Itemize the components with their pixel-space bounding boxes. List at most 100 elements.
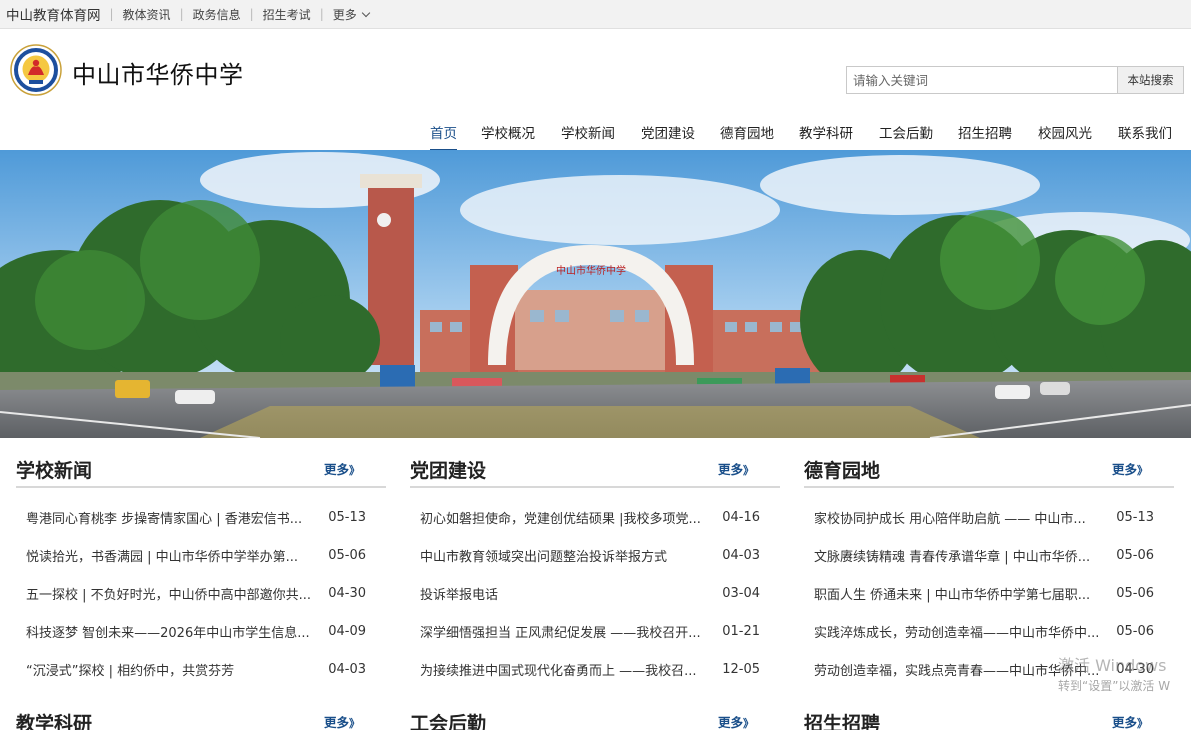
- topbar-more-dropdown[interactable]: 更多: [332, 6, 370, 23]
- news-title[interactable]: 文脉赓续铸精魂 青春传承谱华章 | 中山市华侨...: [814, 546, 1090, 565]
- news-date: 05-06: [1116, 623, 1154, 639]
- top-bar: 中山教育体育网 | 教体资讯 | 政务信息 | 招生考试 | 更多: [0, 0, 1191, 29]
- news-date: 05-06: [328, 547, 366, 563]
- search-input[interactable]: [847, 67, 1117, 93]
- news-item[interactable]: 家校协同护成长 用心陪伴助启航 —— 中山市... 05-13: [804, 498, 1174, 536]
- section-header: 学校新闻 更多: [16, 450, 386, 488]
- news-item[interactable]: “沉浸式”探校 | 相约侨中，共赏芬芳 04-03: [16, 650, 386, 688]
- news-section: 学校新闻 更多粤港同心育桃李 步操寄情家国心 | 香港宏信书... 05-13 悦读拾…: [16, 450, 386, 688]
- news-title[interactable]: 为接续推进中国式现代化奋勇而上 ——我校召...: [420, 660, 697, 679]
- news-title[interactable]: 悦读拾光，书香满园 | 中山市华侨中学举办第...: [26, 546, 298, 565]
- news-date: 03-04: [722, 585, 760, 601]
- section-more-link[interactable]: 更多: [718, 459, 754, 478]
- news-title[interactable]: 投诉举报电话: [420, 584, 498, 603]
- news-date: 04-09: [328, 623, 366, 639]
- section-title: 党团建设: [410, 460, 487, 482]
- topbar-link-exam[interactable]: 招生考试: [263, 6, 311, 23]
- school-logo[interactable]: [10, 44, 62, 96]
- divider: |: [109, 7, 114, 21]
- section-more-link[interactable]: 更多: [718, 712, 754, 730]
- chevron-down-icon: [361, 8, 370, 17]
- main-nav: 首页 学校概况 学校新闻 党团建设 德育园地 教学科研 工会后勤 招生招聘 校园风光 联系我们: [0, 120, 1191, 152]
- section-more-link[interactable]: 更多: [324, 459, 360, 478]
- news-section: 党团建设 更多初心如磐担使命，党建创优结硕果 |我校多项党... 04-16 中山市教…: [410, 450, 780, 688]
- news-title[interactable]: “沉浸式”探校 | 相约侨中，共赏芬芳: [26, 660, 234, 679]
- news-title[interactable]: 中山市教育领域突出问题整治投诉举报方式: [420, 546, 667, 565]
- section-title: 德育园地: [804, 460, 881, 482]
- news-date: 05-13: [1116, 509, 1154, 525]
- news-item[interactable]: 为接续推进中国式现代化奋勇而上 ——我校召... 12-05: [410, 650, 780, 688]
- news-section: 招生招聘 更多: [804, 703, 1174, 730]
- news-date: 04-16: [722, 509, 760, 525]
- nav-item[interactable]: 招生招聘: [958, 120, 1012, 152]
- news-item[interactable]: 粤港同心育桃李 步操寄情家国心 | 香港宏信书... 05-13: [16, 498, 386, 536]
- nav-item[interactable]: 德育园地: [720, 120, 774, 152]
- news-title[interactable]: 粤港同心育桃李 步操寄情家国心 | 香港宏信书...: [26, 508, 302, 527]
- news-list: 初心如磐担使命，党建创优结硕果 |我校多项党... 04-16 中山市教育领域突出问…: [410, 498, 780, 688]
- news-date: 01-21: [722, 623, 760, 639]
- topbar-more-label: 更多: [332, 7, 357, 22]
- news-item[interactable]: 初心如磐担使命，党建创优结硕果 |我校多项党... 04-16: [410, 498, 780, 536]
- news-title[interactable]: 深学细悟强担当 正风肃纪促发展 ——我校召开...: [420, 622, 701, 641]
- news-title[interactable]: 家校协同护成长 用心陪伴助启航 —— 中山市...: [814, 508, 1086, 527]
- news-item[interactable]: 职面人生 侨通未来 | 中山市华侨中学第七届职... 05-06: [804, 574, 1174, 612]
- divider: |: [249, 7, 254, 21]
- news-section: 教学科研 更多: [16, 703, 386, 730]
- topbar-link-gov[interactable]: 政务信息: [193, 6, 241, 23]
- news-date: 05-13: [328, 509, 366, 525]
- news-date: 04-03: [328, 661, 366, 677]
- nav-item[interactable]: 联系我们: [1118, 120, 1172, 152]
- nav-item[interactable]: 教学科研: [799, 120, 853, 152]
- news-list: 粤港同心育桃李 步操寄情家国心 | 香港宏信书... 05-13 悦读拾光，书香满园…: [16, 498, 386, 688]
- news-title[interactable]: 初心如磐担使命，党建创优结硕果 |我校多项党...: [420, 508, 701, 527]
- section-title: 招生招聘: [804, 713, 881, 730]
- news-item[interactable]: 科技逐梦 智创未来——2026年中山市学生信息... 04-09: [16, 612, 386, 650]
- section-header: 党团建设 更多: [410, 450, 780, 488]
- topbar-link-news[interactable]: 教体资讯: [123, 6, 171, 23]
- nav-item[interactable]: 党团建设: [641, 120, 695, 152]
- section-more-link[interactable]: 更多: [1112, 712, 1148, 730]
- news-section: 工会后勤 更多: [410, 703, 780, 730]
- news-title[interactable]: 五一探校 | 不负好时光，中山侨中高中部邀你共...: [26, 584, 311, 603]
- section-more-link[interactable]: 更多: [1112, 459, 1148, 478]
- news-item[interactable]: 投诉举报电话 03-04: [410, 574, 780, 612]
- nav-item[interactable]: 首页: [430, 120, 457, 152]
- section-title: 工会后勤: [410, 713, 487, 730]
- news-item[interactable]: 悦读拾光，书香满园 | 中山市华侨中学举办第... 05-06: [16, 536, 386, 574]
- section-header: 招生招聘 更多: [804, 703, 1174, 730]
- nav-item[interactable]: 学校新闻: [561, 120, 615, 152]
- nav-item[interactable]: 校园风光: [1038, 120, 1092, 152]
- news-title[interactable]: 科技逐梦 智创未来——2026年中山市学生信息...: [26, 622, 310, 641]
- section-header: 德育园地 更多: [804, 450, 1174, 488]
- news-date: 12-05: [722, 661, 760, 677]
- news-date: 05-06: [1116, 547, 1154, 563]
- divider: |: [319, 7, 324, 21]
- news-date: 05-06: [1116, 585, 1154, 601]
- search-button[interactable]: 本站搜索: [1117, 67, 1183, 93]
- site-search: 本站搜索: [846, 66, 1184, 94]
- section-title: 教学科研: [16, 713, 93, 730]
- windows-activation-watermark: 激活 Windows: [1058, 656, 1167, 675]
- news-title[interactable]: 职面人生 侨通未来 | 中山市华侨中学第七届职...: [814, 584, 1090, 603]
- news-item[interactable]: 五一探校 | 不负好时光，中山侨中高中部邀你共... 04-30: [16, 574, 386, 612]
- gate-inscription: 中山市华侨中学: [556, 264, 626, 277]
- section-header: 工会后勤 更多: [410, 703, 780, 730]
- news-title[interactable]: 劳动创造幸福，实践点亮青春——中山市华侨中...: [814, 660, 1099, 679]
- section-more-link[interactable]: 更多: [324, 712, 360, 730]
- site-link-zsedu[interactable]: 中山教育体育网: [6, 4, 101, 24]
- news-date: 04-30: [328, 585, 366, 601]
- news-title[interactable]: 实践淬炼成长，劳动创造幸福——中山市华侨中...: [814, 622, 1099, 641]
- school-name[interactable]: 中山市华侨中学: [72, 55, 244, 90]
- news-item[interactable]: 深学细悟强担当 正风肃纪促发展 ——我校召开... 01-21: [410, 612, 780, 650]
- news-item[interactable]: 中山市教育领域突出问题整治投诉举报方式 04-03: [410, 536, 780, 574]
- divider: |: [179, 7, 184, 21]
- news-item[interactable]: 文脉赓续铸精魂 青春传承谱华章 | 中山市华侨... 05-06: [804, 536, 1174, 574]
- nav-item[interactable]: 工会后勤: [879, 120, 933, 152]
- campus-banner-image: 中山市华侨中学: [0, 150, 1191, 438]
- news-date: 04-03: [722, 547, 760, 563]
- news-item[interactable]: 实践淬炼成长，劳动创造幸福——中山市华侨中... 05-06: [804, 612, 1174, 650]
- section-header: 教学科研 更多: [16, 703, 386, 730]
- section-title: 学校新闻: [16, 460, 93, 482]
- nav-item[interactable]: 学校概况: [481, 120, 535, 152]
- windows-activation-hint: 转到“设置”以激活 W: [1058, 679, 1171, 693]
